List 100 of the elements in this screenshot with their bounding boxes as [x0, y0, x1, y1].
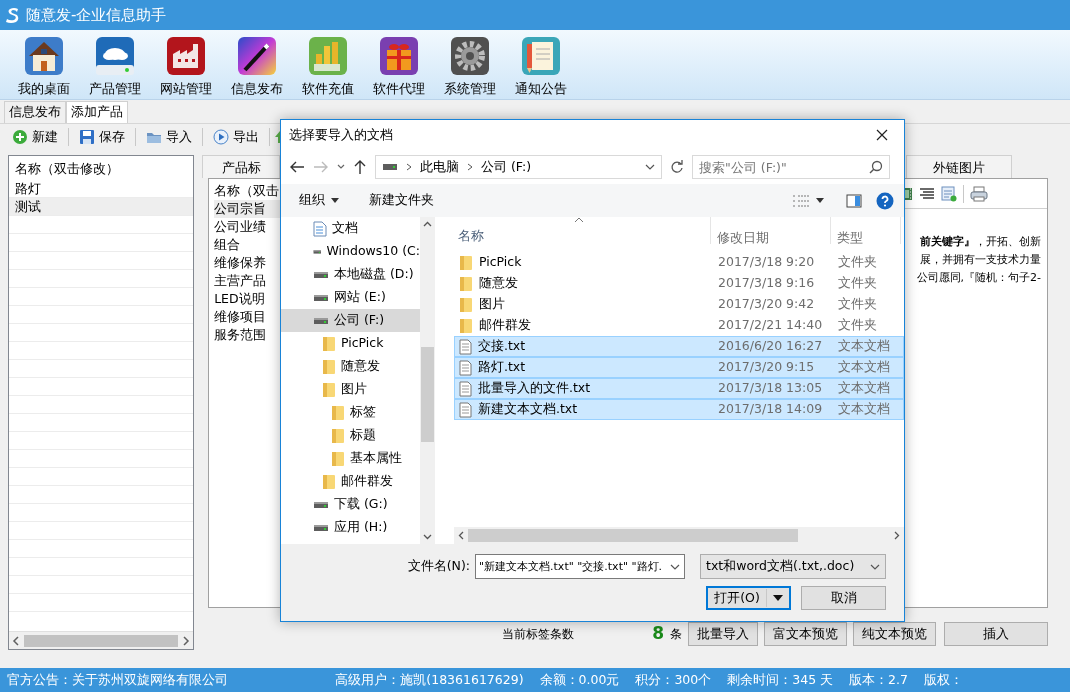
file-date: 2017/3/18 14:09 [717, 400, 824, 419]
file-row[interactable]: 交接.txt 2016/6/20 16:27 文本文档 [454, 336, 904, 357]
file-row[interactable]: 批量导入的文件.txt 2017/3/18 13:05 文本文档 [454, 378, 904, 399]
file-name: 随意发 [479, 274, 518, 293]
footer-button[interactable]: 富文本预览 [764, 622, 847, 646]
toolbar-button[interactable]: 新建 [6, 126, 64, 148]
tree-item[interactable]: PicPick [281, 332, 420, 355]
folder-icon [331, 404, 345, 421]
file-row[interactable]: 邮件群发 2017/2/21 14:40 文件夹 [454, 315, 904, 336]
list-row[interactable]: LED说明 [214, 290, 281, 308]
tab[interactable]: 产品标 [202, 155, 281, 178]
footer-button[interactable]: 纯文本预览 [853, 622, 936, 646]
tab[interactable]: 添加产品 [66, 101, 128, 123]
list-row[interactable]: 测试 [9, 198, 194, 216]
list-row[interactable]: 维修项目 [214, 308, 281, 326]
toolbar-button[interactable]: 导入 [140, 126, 198, 148]
toolbar-button[interactable]: 我的桌面 [8, 30, 79, 99]
toolbar-button[interactable]: 软件代理 [363, 30, 434, 99]
folder-icon [331, 427, 345, 444]
tree-item[interactable]: 标签 [281, 401, 420, 424]
scroll-down-icon [423, 534, 432, 540]
help-button[interactable] [876, 191, 894, 210]
toolbar-button[interactable]: 软件充值 [292, 30, 363, 99]
text-file-icon [459, 380, 472, 397]
back-button[interactable] [289, 160, 305, 174]
scrollbar-thumb[interactable] [468, 529, 798, 542]
file-date: 2017/2/21 14:40 [717, 316, 824, 335]
file-type-dropdown[interactable]: txt和word文档(.txt,.doc) [700, 554, 886, 579]
search-field[interactable]: 搜索"公司 (F:)" [692, 155, 890, 179]
tree-item[interactable]: Windows10 (C: [281, 240, 420, 263]
tree-item[interactable]: 标题 [281, 424, 420, 447]
toolbar-button[interactable]: 网站管理 [150, 30, 221, 99]
file-type: 文本文档 [837, 358, 891, 377]
tree-item[interactable]: 邮件群发 [281, 470, 420, 493]
list-row[interactable]: 组合 [214, 236, 281, 254]
scrollbar-thumb[interactable] [421, 347, 434, 442]
file-date: 2017/3/18 13:05 [717, 379, 824, 398]
column-header[interactable]: 类型 [831, 217, 901, 244]
column-header[interactable]: 修改日期 [711, 217, 831, 244]
file-row[interactable]: PicPick 2017/3/18 9:20 文件夹 [454, 252, 904, 273]
breadcrumb-item[interactable]: 公司 (F:) [481, 157, 532, 177]
help-icon [876, 191, 894, 210]
tree-item[interactable]: 基本属性 [281, 447, 420, 470]
recent-button[interactable] [337, 164, 345, 170]
list-row[interactable]: 主营产品 [214, 272, 281, 290]
toolbar-button[interactable]: 通知公告 [505, 30, 576, 99]
tree-item[interactable]: 本地磁盘 (D:) [281, 263, 420, 286]
list-row[interactable]: 维修保养 [214, 254, 281, 272]
forward-button[interactable] [313, 160, 329, 174]
file-row[interactable]: 新建文本文档.txt 2017/3/18 14:09 文本文档 [454, 399, 904, 420]
column-header[interactable]: 名称 [454, 217, 711, 244]
up-arrow-icon [353, 159, 367, 175]
tree-item[interactable]: 图片 [281, 378, 420, 401]
tree-item[interactable]: 文档 [281, 217, 420, 240]
dialog-title: 选择要导入的文档 [289, 125, 393, 144]
footer-button[interactable]: 批量导入 [688, 622, 758, 646]
toolbar-button[interactable]: 系统管理 [434, 30, 505, 99]
status-text: 高级用户：施凯(18361617629) [335, 670, 524, 689]
up-button[interactable] [353, 159, 367, 175]
list-row[interactable]: 公司业绩 [214, 218, 281, 236]
file-row[interactable]: 图片 2017/3/20 9:42 文件夹 [454, 294, 904, 315]
preview-pane-button[interactable] [846, 193, 862, 208]
preview-pane-icon [846, 193, 862, 208]
file-name-field[interactable]: "新建文本文档.txt" "交接.txt" "路灯. [475, 554, 685, 579]
toolbar-button[interactable]: 导出 [207, 126, 265, 148]
dialog-button[interactable]: 取消 [801, 586, 886, 610]
house-icon [23, 36, 64, 76]
list-icon [919, 185, 935, 202]
breadcrumb-item[interactable]: 此电脑 [420, 157, 459, 177]
tab[interactable]: 外链图片 [906, 155, 1012, 178]
toolbar-button[interactable]: 信息发布 [221, 30, 292, 99]
toolbar-button[interactable]: 新建文件夹 [361, 189, 442, 212]
toolbar-button[interactable]: 保存 [73, 126, 131, 148]
footer-button[interactable]: 插入 [944, 622, 1048, 646]
list-row[interactable]: 服务范围 [214, 326, 281, 344]
refresh-button[interactable] [670, 160, 685, 174]
scrollbar-thumb[interactable] [24, 634, 179, 647]
address-bar[interactable]: 此电脑 公司 (F:) [375, 155, 663, 179]
file-date: 2017/3/20 9:15 [717, 358, 816, 377]
tree-item[interactable]: 下载 (G:) [281, 493, 420, 516]
tree-item[interactable]: 公司 (F:) [281, 309, 420, 332]
tree-item[interactable]: 应用 (H:) [281, 516, 420, 539]
toolbar-button[interactable]: 组织 [291, 189, 347, 212]
tree-item[interactable]: 网站 (E:) [281, 286, 420, 309]
text-file-icon [459, 338, 472, 355]
caret-icon [816, 198, 824, 203]
scroll-left-icon [458, 531, 464, 540]
tree-item[interactable]: 随意发 [281, 355, 420, 378]
chevron-right-icon [406, 163, 412, 171]
file-row[interactable]: 随意发 2017/3/18 9:16 文件夹 [454, 273, 904, 294]
dialog-button[interactable]: 打开(O) [706, 586, 791, 610]
file-name: 新建文本文档.txt [478, 400, 578, 419]
tree-label: 随意发 [341, 357, 380, 376]
file-row[interactable]: 路灯.txt 2017/3/20 9:15 文本文档 [454, 357, 904, 378]
folder-icon [331, 450, 345, 467]
toolbar-button[interactable]: 产品管理 [79, 30, 150, 99]
list-row[interactable]: 公司宗旨 [214, 200, 281, 218]
play-circle-icon [213, 129, 229, 145]
file-name: 批量导入的文件.txt [478, 379, 591, 398]
tab[interactable]: 信息发布 [4, 101, 66, 123]
